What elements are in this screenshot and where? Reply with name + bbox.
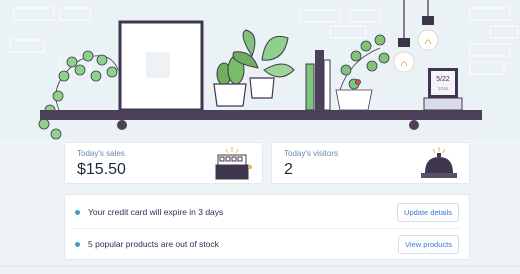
books: [305, 50, 331, 111]
sales-card[interactable]: Today's sales $15.50: [64, 142, 263, 184]
update-details-button[interactable]: Update details: [397, 202, 459, 222]
vine-plant: [335, 34, 390, 111]
calendar-date: 5/22: [436, 76, 450, 83]
divider: [0, 266, 520, 267]
ivy-plant: [38, 50, 119, 140]
calendar-icon: 5/22 2016: [423, 68, 463, 111]
cash-register-icon: [215, 147, 252, 180]
view-products-button[interactable]: View products: [398, 234, 459, 254]
hanging-lamp-icon: [393, 0, 439, 73]
bullet-icon: [75, 241, 80, 247]
task-row: Your credit card will expire in 3 days U…: [65, 200, 469, 224]
tasks-panel: Your credit card will expire in 3 days U…: [64, 194, 470, 260]
bullet-icon: [75, 209, 80, 215]
picture-frame: [118, 20, 204, 112]
stats-row: Today's sales $15.50 Today's visitors 2: [64, 142, 470, 184]
hero-banner: 5/22 2016: [0, 0, 520, 140]
service-bell-icon: [421, 147, 457, 178]
shelf: [40, 110, 482, 130]
task-text: Your credit card will expire in 3 days: [88, 207, 224, 217]
task-text: 5 popular products are out of stock: [88, 239, 219, 249]
brick-wall: [9, 7, 519, 75]
divider: [73, 228, 461, 229]
visitors-card[interactable]: Today's visitors 2: [271, 142, 470, 184]
calendar-year: 2016: [438, 86, 449, 91]
task-row: 5 popular products are out of stock View…: [65, 232, 469, 256]
shelf-illustration: 5/22 2016: [9, 0, 519, 140]
